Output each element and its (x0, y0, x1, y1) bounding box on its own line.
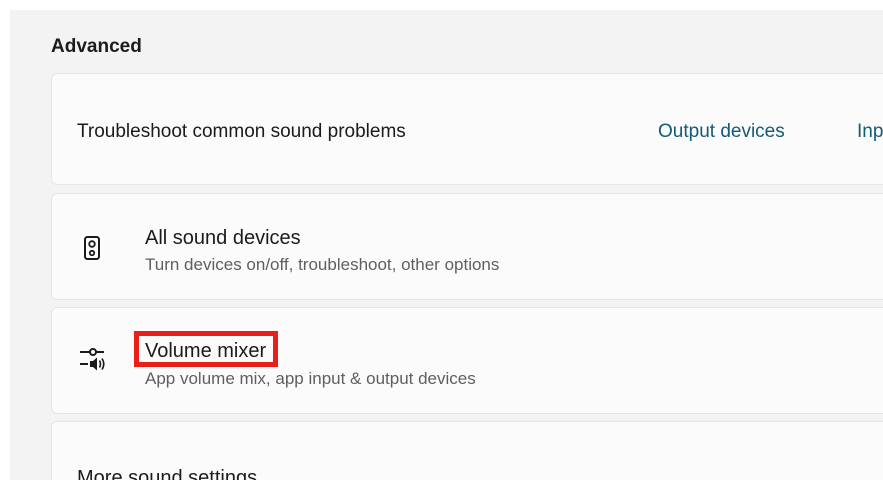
all-sound-devices-row[interactable]: All sound devices Turn devices on/off, t… (51, 193, 883, 300)
all-sound-devices-subtitle: Turn devices on/off, troubleshoot, other… (145, 255, 500, 274)
volume-mixer-row[interactable]: Volume mixer App volume mix, app input &… (51, 307, 883, 414)
troubleshoot-card: Troubleshoot common sound problems Outpu… (51, 73, 883, 185)
more-sound-settings-label: More sound settings (77, 467, 258, 480)
volume-mixer-subtitle: App volume mix, app input & output devic… (145, 369, 476, 388)
output-devices-link[interactable]: Output devices (658, 121, 785, 143)
volume-mixer-title: Volume mixer (145, 340, 267, 362)
speaker-icon (78, 234, 106, 262)
settings-window: Advanced Troubleshoot common sound probl… (10, 10, 883, 480)
volume-mixer-icon (78, 344, 106, 372)
all-sound-devices-title: All sound devices (145, 227, 301, 249)
section-title: Advanced (51, 36, 142, 57)
more-sound-settings-row[interactable]: More sound settings (51, 421, 883, 480)
troubleshoot-label: Troubleshoot common sound problems (77, 121, 406, 142)
input-devices-link[interactable]: Inp (857, 121, 883, 143)
